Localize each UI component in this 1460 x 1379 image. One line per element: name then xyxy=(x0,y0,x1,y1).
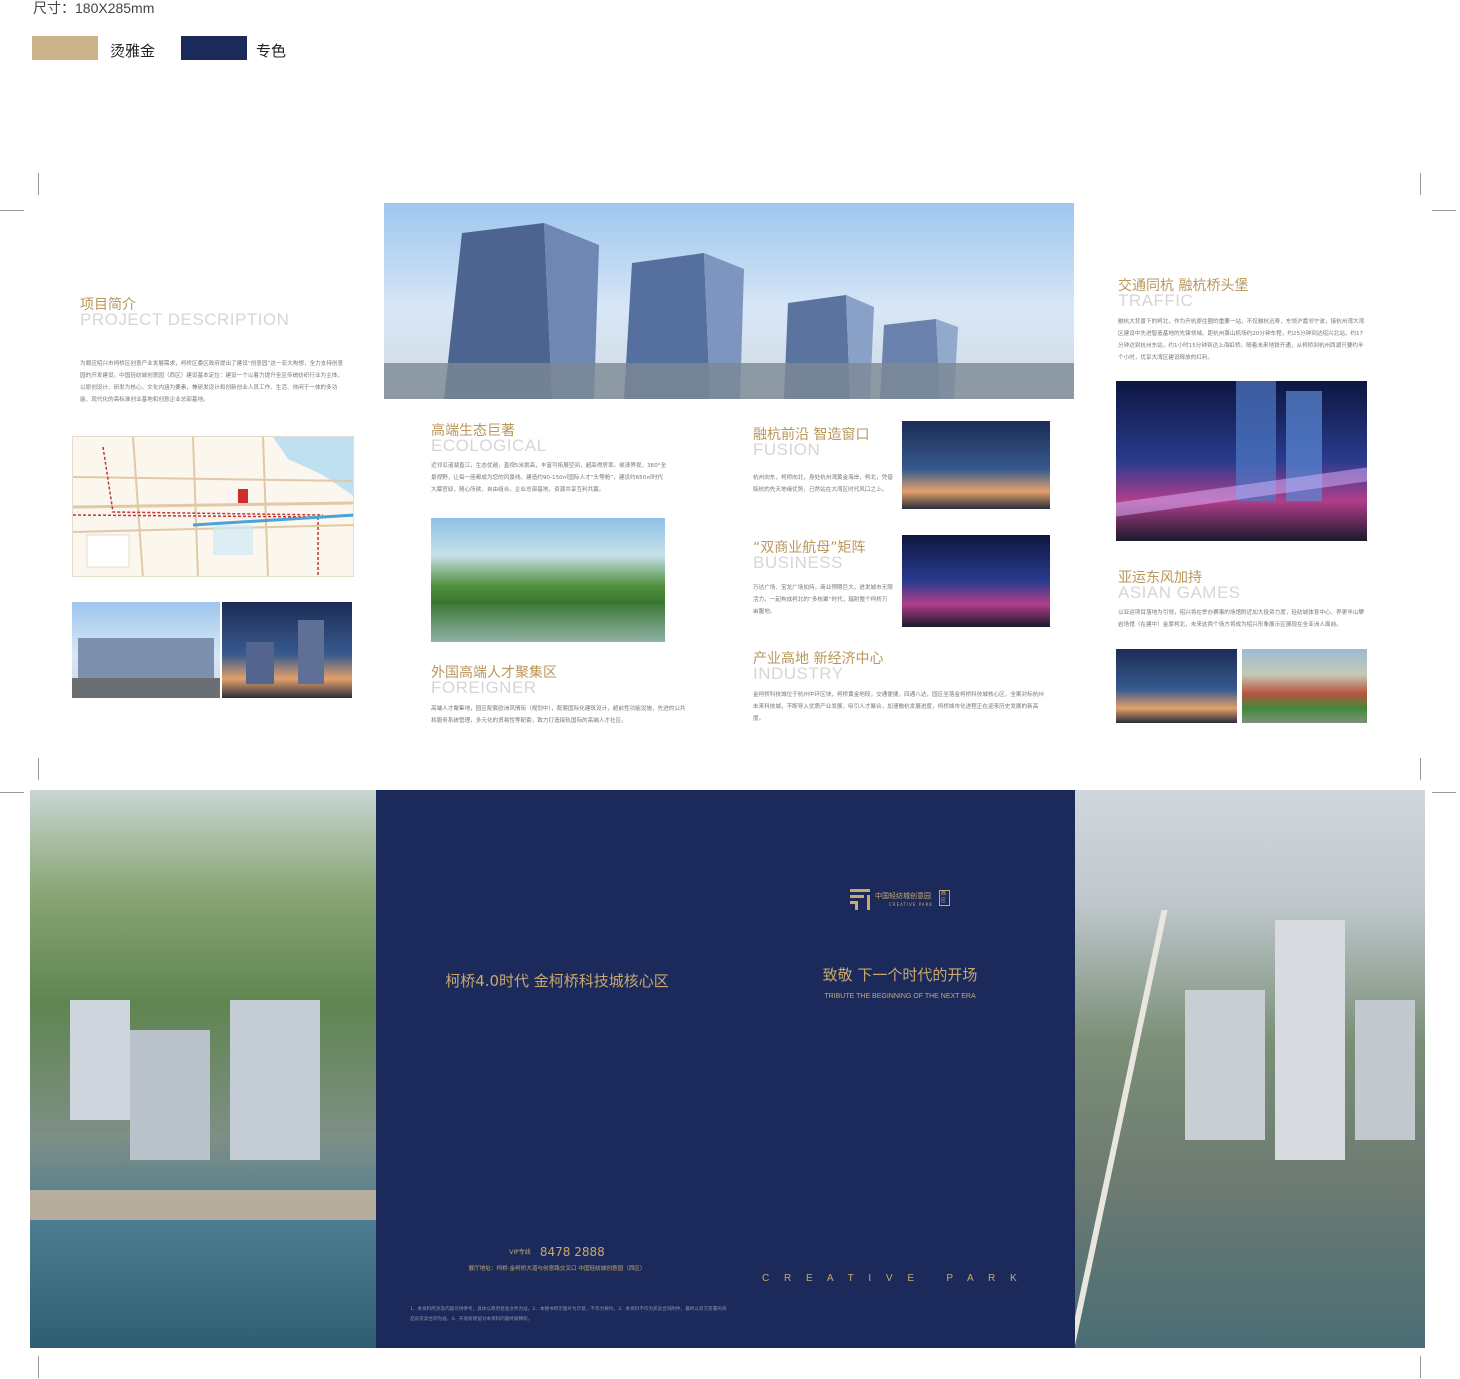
hotline-block: VIP专线 8478 2888 xyxy=(376,1241,738,1260)
cover-tagline: 致敬 下一个时代的开场 xyxy=(822,966,978,984)
crop-mark xyxy=(38,758,39,780)
ecological-body: 近邻瓜渚湖直江，生态优越，直视5米挑高，丰富可拓展空间，超高得房率。侯潇界视，3… xyxy=(431,463,667,493)
crop-mark xyxy=(1432,210,1456,211)
crop-mark xyxy=(1420,173,1421,195)
hero-building-graphic xyxy=(384,223,1074,399)
ecological-subtitle: ECOLOGICAL xyxy=(431,436,547,455)
fusion-subtitle: FUSION xyxy=(753,440,821,459)
aerial-campus-render xyxy=(1075,790,1425,1348)
business-subtitle: BUSINESS xyxy=(753,553,843,572)
foreigner-body: 高端人才聚集地，园区配套欧洲风情街（规划中），配套国际化建筑设计，超前性功能设施… xyxy=(431,706,686,724)
gold-swatch-label: 烫雅金 xyxy=(110,42,156,60)
city-traffic-photo xyxy=(1116,381,1367,541)
aerial-river-render xyxy=(30,790,376,1348)
logo-name: 中国轻纺城创意园 xyxy=(875,892,931,900)
logo-english: CREATIVE PARK xyxy=(889,902,933,907)
brand-spaced: C R E A T I V E P A R K xyxy=(762,1273,1023,1284)
project-subtitle: PROJECT DESCRIPTION xyxy=(80,310,290,329)
crop-mark xyxy=(38,173,39,195)
crop-mark xyxy=(1420,1356,1421,1378)
navy-swatch xyxy=(181,36,247,60)
hero-building-photo xyxy=(384,203,1074,399)
crop-mark xyxy=(0,792,24,793)
stadium-night-photo xyxy=(1116,649,1237,723)
industry-body: 金柯桥科技城位于杭州中环区块，柯桥黄金地段，交通便捷，四通八达，园区坐落金柯桥科… xyxy=(753,692,1044,722)
logo-mark-icon xyxy=(850,889,870,910)
crop-mark xyxy=(1420,758,1421,780)
disclaimer: 1、本资料所涉及内容仅供参考，具体以政府批准文件为准。2、本楼书所示图片为示意，… xyxy=(410,1307,727,1322)
hotline-prefix: VIP专线 xyxy=(509,1249,531,1256)
park-photo xyxy=(431,518,665,642)
business-body: 万达广场、宝龙广场加持，商业预期巨大，迸发城市无限活力，一起构成柯北的“多核聚”… xyxy=(753,585,893,615)
asian-games-body: 以亚运项目落地为引领，绍兴将在举办赛事的场馆附近加大投资力度，轻纺城体育中心、养… xyxy=(1118,610,1365,628)
location-map xyxy=(72,436,354,577)
shopping-plaza-photo xyxy=(902,535,1050,627)
cover-tagline-english: TRIBUTE THE BEGINNING OF THE NEXT ERA xyxy=(824,993,976,1000)
crop-mark xyxy=(1432,792,1456,793)
gold-swatch xyxy=(32,36,98,60)
showroom-address: 展厅地址：柯桥·金柯桥大道与创意路交叉口 中国轻纺城创意园（西区） xyxy=(468,1266,646,1272)
navy-swatch-label: 专色 xyxy=(256,42,287,60)
building-photo-day xyxy=(72,602,220,698)
crop-mark xyxy=(38,1356,39,1378)
building-photo-dusk xyxy=(222,602,352,698)
logo-tag: 西区 xyxy=(939,890,950,906)
industry-subtitle: INDUSTRY xyxy=(753,664,844,683)
foreigner-subtitle: FOREIGNER xyxy=(431,678,537,697)
hotline-number: 8478 2888 xyxy=(539,1245,605,1259)
traffic-body: 融杭大背景下的柯北，作为开杭原住圈的重要一站，不仅融杭迅寿，东领沪嘉邻宁波，接杭… xyxy=(1118,319,1365,361)
asian-games-subtitle: ASIAN GAMES xyxy=(1118,583,1241,602)
crop-mark xyxy=(0,210,24,211)
cover-slogan: 柯桥4.0时代 金柯桥科技城核心区 xyxy=(445,972,669,990)
fusion-body: 杭州向东，柯桥向北，身处杭州湾黄金海岸，柯北，凭借临杭的先天地缘优势，已然站在大… xyxy=(753,475,893,493)
location-map-graphic xyxy=(73,437,353,576)
size-spec: 尺寸：180X285mm xyxy=(33,0,155,16)
creative-park-logo: 中国轻纺城创意园 西区 CREATIVE PARK xyxy=(850,888,950,912)
stadium-day-photo xyxy=(1242,649,1367,723)
traffic-subtitle: TRAFFIC xyxy=(1118,291,1194,310)
city-dusk-photo xyxy=(902,421,1050,509)
project-body: 为顺应绍兴市柯桥区创意产业发展需求，柯桥区委区政府提出了建设“创意园”这一宏大构… xyxy=(80,361,344,403)
